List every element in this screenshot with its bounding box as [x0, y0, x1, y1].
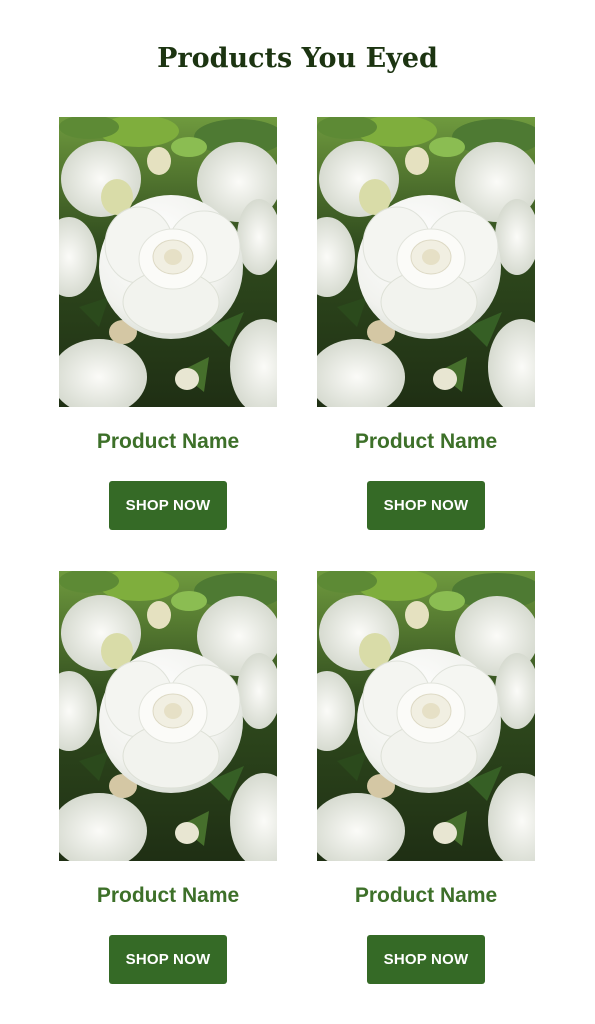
product-image[interactable]	[317, 571, 535, 861]
product-name[interactable]: Product Name	[297, 879, 555, 913]
product-name[interactable]: Product Name	[297, 425, 555, 459]
product-name[interactable]: Product Name	[39, 425, 297, 459]
section-title: Products You Eyed	[157, 43, 438, 74]
product-card: Product Name SHOP NOW	[59, 571, 277, 984]
product-card: Product Name SHOP NOW	[59, 117, 277, 530]
product-card: Product Name SHOP NOW	[317, 117, 535, 530]
shop-now-button[interactable]: SHOP NOW	[109, 481, 227, 530]
product-image[interactable]	[59, 571, 277, 861]
product-image[interactable]	[317, 117, 535, 407]
product-card: Product Name SHOP NOW	[317, 571, 535, 984]
shop-now-button[interactable]: SHOP NOW	[367, 935, 485, 984]
product-name[interactable]: Product Name	[39, 879, 297, 913]
shop-now-button[interactable]: SHOP NOW	[109, 935, 227, 984]
product-image[interactable]	[59, 117, 277, 407]
shop-now-button[interactable]: SHOP NOW	[367, 481, 485, 530]
